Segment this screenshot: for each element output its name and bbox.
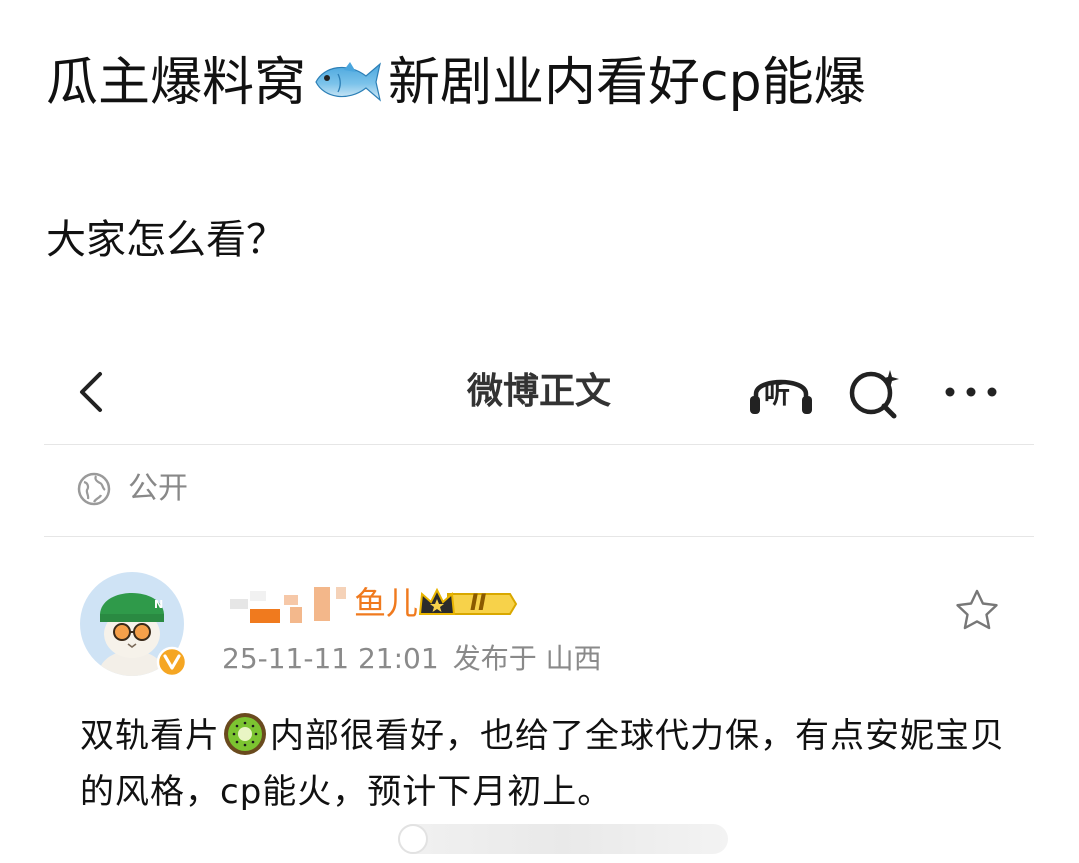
fish-emoji-icon xyxy=(315,62,381,102)
author-name[interactable]: 鱼儿 xyxy=(228,582,418,625)
post-meta: 25-11-11 21:01 发布于 山西 xyxy=(222,640,602,678)
author-name-text: 鱼儿 xyxy=(354,584,419,622)
avatar[interactable]: N xyxy=(80,572,188,678)
watermark-blur xyxy=(398,824,728,854)
member-badge[interactable]: II xyxy=(418,586,518,622)
crown-icon xyxy=(418,587,518,615)
svg-text:N: N xyxy=(154,598,163,611)
privacy-label: 公开 xyxy=(128,471,188,506)
more-dots-icon[interactable] xyxy=(940,372,1002,412)
weibo-screenshot: 微博正文 听 公开 N 鱼儿 II 25-11-11 21:01 发布于 山西 … xyxy=(44,350,1034,863)
post-body: 大家怎么看？ xyxy=(46,217,286,263)
content-text-1: 双轨看片 xyxy=(80,716,220,756)
post-location: 发布于 山西 xyxy=(452,642,602,675)
badge-level: II xyxy=(470,591,487,616)
name-mosaic xyxy=(230,587,346,623)
post-content: 双轨看片 内部很看好，也给了全球代力保，有点安妮宝贝的风格，cp能火，预计下月初… xyxy=(80,708,1020,820)
verified-v-icon xyxy=(156,646,188,678)
weibo-navbar: 微博正文 听 xyxy=(44,350,1034,445)
listen-button[interactable]: 听 xyxy=(746,366,816,420)
listen-label: 听 xyxy=(764,380,791,410)
search-sparkle-icon[interactable] xyxy=(844,366,906,420)
watermark-logo xyxy=(398,824,428,854)
post-title-suffix: 新剧业内看好cp能爆 xyxy=(388,53,866,113)
post-time: 25-11-11 21:01 xyxy=(222,642,439,675)
globe-icon xyxy=(77,472,111,506)
post-title: 瓜主爆料窝 新剧业内看好cp能爆 xyxy=(46,48,1046,118)
post-title-prefix: 瓜主爆料窝 xyxy=(46,53,307,113)
favorite-star-icon[interactable] xyxy=(954,588,1000,632)
kiwi-emoji-icon xyxy=(224,713,266,755)
privacy-row: 公开 xyxy=(44,445,1034,537)
